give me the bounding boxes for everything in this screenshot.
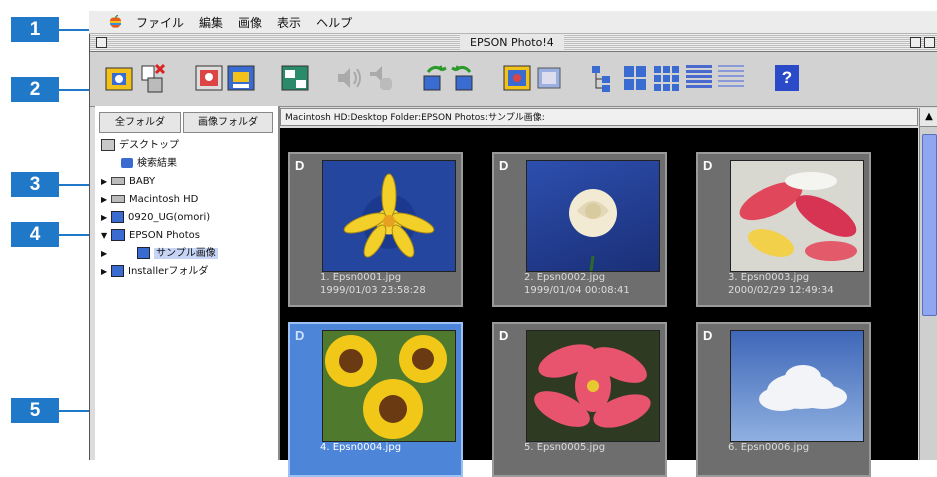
disclosure-triangle-icon[interactable]: ▶ (101, 210, 111, 226)
photo-frame-icon[interactable] (194, 62, 224, 94)
thumbnail-1[interactable]: D 1. Epsn0001.jpg 1999/01/03 23:58:28 (288, 152, 463, 307)
desktop-icon (101, 139, 115, 151)
scrollbar-thumb[interactable] (922, 134, 937, 316)
callout-3: 3 (11, 172, 59, 197)
folder-pane: 全フォルダ 画像フォルダ デスクトップ 検索結果 ▶ BABY ▶ Macintos… (95, 106, 280, 460)
callout-1-line (59, 29, 93, 31)
folder-icon (111, 211, 124, 223)
medium-thumb-icon[interactable] (652, 62, 682, 94)
tab-all-folders[interactable]: 全フォルダ (99, 112, 181, 133)
tree-item-0920-ug[interactable]: ▶ 0920_UG(omori) (101, 210, 210, 226)
thumbnail-filename: 3. Epsn0003.jpg (728, 272, 810, 283)
disclosure-triangle-icon[interactable]: ▶ (101, 174, 111, 190)
window-title: EPSON Photo!4 (460, 34, 564, 51)
d-badge: D (295, 158, 305, 173)
slideshow-icon[interactable] (502, 62, 532, 94)
folder-icon (111, 265, 124, 277)
close-box-icon[interactable] (96, 37, 107, 48)
scroll-up-arrow-icon[interactable]: ▲ (920, 108, 937, 127)
toolbar: ? (90, 52, 937, 107)
tree-item-baby[interactable]: ▶ BABY (101, 174, 155, 190)
print-icon[interactable] (226, 62, 256, 94)
app-window: EPSON Photo!4 ? 全フォルダ 画像フォルダ デスクトップ 検索結果 (89, 34, 937, 477)
thumbnail-filename: 6. Epsn0006.jpg (728, 442, 810, 453)
thumbnail-grid: D 1. Epsn0001.jpg 1999/01/03 23:58:28 D … (280, 128, 918, 477)
sound-off-icon[interactable] (366, 62, 396, 94)
camera-icon[interactable] (104, 62, 134, 94)
thumbnail-date: 2000/02/29 12:49:34 (728, 285, 834, 296)
thumbnail-2[interactable]: D 2. Epsn0002.jpg 1999/01/04 00:08:41 (492, 152, 667, 307)
search-results-icon (121, 158, 133, 168)
poinsettia-photo (526, 330, 660, 442)
list-view-icon[interactable] (716, 62, 746, 94)
callout-4: 4 (11, 222, 59, 247)
thumbnail-date: 1999/01/04 00:08:41 (524, 285, 630, 296)
thumbnail-date: 1999/01/03 23:58:28 (320, 285, 426, 296)
d-badge: D (499, 328, 509, 343)
tree-item-epson-photos[interactable]: ▼ EPSON Photos (101, 228, 200, 244)
disclosure-triangle-icon[interactable]: ▶ (101, 246, 111, 262)
yellow-lily-photo (322, 160, 456, 272)
thumbnail-3[interactable]: D 3. Epsn0003.jpg 2000/02/29 12:49:34 (696, 152, 871, 307)
menu-image[interactable]: 画像 (238, 14, 262, 31)
disk-icon (111, 195, 125, 203)
thumbnail-filename: 5. Epsn0005.jpg (524, 442, 606, 453)
thumbnail-6[interactable]: D 6. Epsn0006.jpg (696, 322, 871, 477)
d-badge: D (703, 328, 713, 343)
rotate-right-icon[interactable] (448, 62, 478, 94)
d-badge: D (499, 158, 509, 173)
thumbnail-4[interactable]: D 4. Epsn0004.jpg (288, 322, 463, 477)
sunflowers-photo (322, 330, 456, 442)
folder-icon (137, 247, 150, 259)
disk-icon (111, 177, 125, 185)
film-icon[interactable] (534, 62, 564, 94)
help-icon[interactable]: ? (772, 62, 802, 94)
tree-item-search-results[interactable]: 検索結果 (121, 156, 177, 172)
clouds-photo (730, 330, 864, 442)
disclosure-triangle-icon[interactable]: ▶ (101, 192, 111, 208)
tab-image-folders[interactable]: 画像フォルダ (183, 112, 273, 133)
disclosure-triangle-icon[interactable]: ▶ (101, 264, 111, 280)
tree-item-installer[interactable]: ▶ Installerフォルダ (101, 264, 208, 280)
callout-5: 5 (11, 398, 59, 423)
tree-item-macintosh-hd[interactable]: ▶ Macintosh HD (101, 192, 198, 208)
large-thumb-icon[interactable] (620, 62, 650, 94)
help-label: ? (775, 65, 799, 91)
d-badge: D (295, 328, 305, 343)
tree-item-sample-images[interactable]: ▶ サンプル画像 (101, 246, 218, 262)
disclosure-triangle-icon[interactable]: ▼ (101, 228, 111, 244)
delete-icon[interactable] (138, 62, 168, 94)
zoom-box-icon[interactable] (910, 37, 921, 48)
white-rose-photo (526, 160, 660, 272)
menu-file[interactable]: ファイル (136, 14, 184, 31)
callout-1: 1 (11, 17, 59, 42)
tree-view-icon[interactable] (588, 62, 618, 94)
folder-icon (111, 229, 125, 241)
title-bar[interactable]: EPSON Photo!4 (90, 34, 937, 52)
red-petals-photo (730, 160, 864, 272)
collapse-box-icon[interactable] (924, 37, 935, 48)
image-info-icon[interactable] (280, 62, 310, 94)
thumbnail-5[interactable]: D 5. Epsn0005.jpg (492, 322, 667, 477)
thumbnail-filename: 4. Epsn0004.jpg (320, 442, 402, 453)
thumbnail-filename: 1. Epsn0001.jpg (320, 272, 402, 283)
menu-view[interactable]: 表示 (277, 14, 301, 31)
small-thumb-icon[interactable] (684, 62, 714, 94)
menu-bar: ファイル 編集 画像 表示 ヘルプ (89, 11, 937, 34)
menu-help[interactable]: ヘルプ (316, 14, 352, 31)
thumbnail-filename: 2. Epsn0002.jpg (524, 272, 606, 283)
menu-edit[interactable]: 編集 (199, 14, 223, 31)
tree-item-desktop[interactable]: デスクトップ (101, 138, 179, 154)
callout-2: 2 (11, 77, 59, 102)
path-bar: Macintosh HD:Desktop Folder:EPSON Photos… (280, 108, 918, 126)
rotate-left-icon[interactable] (420, 62, 450, 94)
d-badge: D (703, 158, 713, 173)
vertical-scrollbar[interactable]: ▲ (919, 108, 937, 460)
apple-icon[interactable] (109, 14, 122, 29)
sound-icon[interactable] (334, 62, 364, 94)
